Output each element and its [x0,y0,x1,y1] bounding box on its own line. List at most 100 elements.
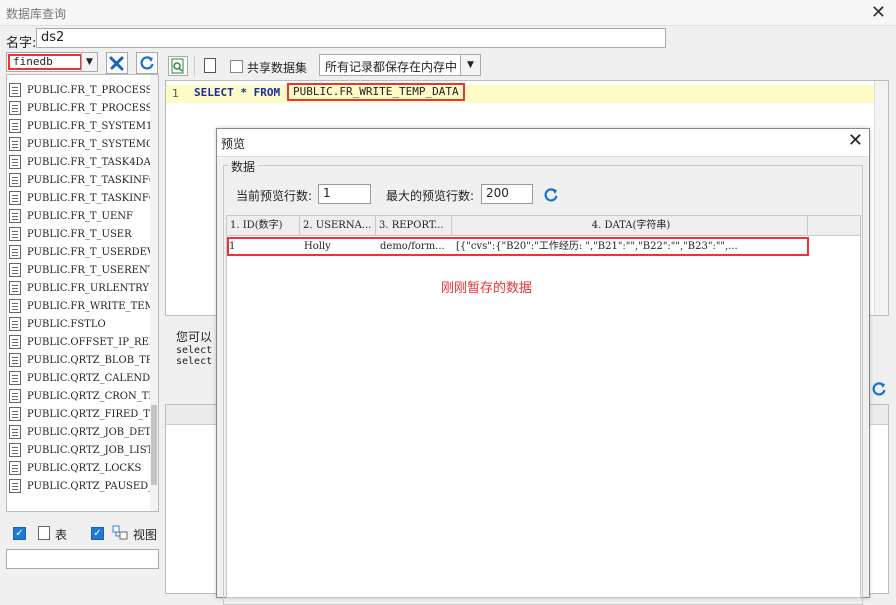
tree-item[interactable]: PUBLIC.FR_T_TASKINFO [9,171,157,189]
view-checkbox[interactable]: ✓ [91,527,104,540]
view-filter-label: 视图 [133,528,158,542]
connection-settings-button[interactable] [106,52,128,74]
tree-item-label: PUBLIC.FR_T_PROCESSE [27,84,159,96]
tree-item[interactable]: PUBLIC.QRTZ_BLOB_TRIG [9,351,159,369]
tree-item[interactable]: PUBLIC.QRTZ_CRON_TRIG [9,387,159,405]
table-icon [9,479,21,493]
current-rows-input[interactable]: 1 [318,184,371,204]
tree-item-label: PUBLIC.FR_T_SYSTEM1 [27,120,153,132]
table-icon [9,209,21,223]
tree-item-label: PUBLIC.OFFSET_IP_RELA [27,336,159,348]
tree-item[interactable]: PUBLIC.FR_T_SYSTEM1 [9,117,152,135]
tree-item[interactable]: PUBLIC.FR_URLENTRY [9,279,149,297]
annotation-text: 刚刚暂存的数据 [441,281,533,296]
tree-item[interactable]: PUBLIC.QRTZ_PAUSED_TR [9,477,159,495]
tree-item[interactable]: PUBLIC.QRTZ_JOB_DETAI [9,423,158,441]
database-select[interactable]: finedb ▼ [6,52,98,72]
tree-item[interactable]: PUBLIC.FR_T_TASK4DAT [9,153,157,171]
column-header[interactable]: 2. USERNA... [300,216,376,236]
table-icon [9,371,21,385]
tree-item-label: PUBLIC.FR_T_SYSTEMOF [27,138,159,150]
table-icon [38,526,50,540]
table-icon [9,317,21,331]
hint-line-1: 您可以 [176,330,213,344]
tree-item[interactable]: PUBLIC.FR_T_PROCESSO [9,99,158,117]
table-icon [9,119,21,133]
table-checkbox[interactable]: ✓ [13,527,26,540]
table-icon [9,263,21,277]
tree-item[interactable]: PUBLIC.FR_T_PROCESSE [9,81,159,99]
sql-table-name: PUBLIC.FR_WRITE_TEMP_DATA [287,83,465,101]
tree-item[interactable]: PUBLIC.FR_T_SYSTEMOF [9,135,159,153]
tree-item[interactable]: PUBLIC.FR_T_USER [9,225,132,243]
table-search-input[interactable] [6,549,159,569]
view-icon [112,525,128,540]
table-icon [9,353,21,367]
tree-item-label: PUBLIC.FSTLO [27,318,106,330]
table-icon [9,137,21,151]
editor-scrollbar[interactable] [874,81,888,315]
tree-item[interactable]: PUBLIC.QRTZ_LOCKS [9,459,141,477]
table-icon [9,245,21,259]
name-label: 名字: [6,36,37,51]
tree-item-label: PUBLIC.FR_T_USERENTR [27,264,159,276]
table-icon [9,155,21,169]
tree-item-label: PUBLIC.FR_T_TASKINFO [27,174,158,186]
line-number: 1 [172,87,179,100]
highlighted-row [227,237,809,256]
max-rows-input[interactable]: 200 [481,184,533,204]
tree-item[interactable]: PUBLIC.QRTZ_CALENDARS [9,369,159,387]
tree-item[interactable]: PUBLIC.FR_T_UENF [9,207,133,225]
name-input[interactable]: ds2 [36,28,666,48]
table-tree[interactable]: PUBLIC.FR_T_PROCESSE PUBLIC.FR_T_PROCESSO… [6,74,159,512]
tree-item[interactable]: PUBLIC.FR_WRITE_TEMP_ [9,297,158,315]
storage-select-value: 所有记录都保存在内存中 [325,60,458,74]
tree-item[interactable]: PUBLIC.OFFSET_IP_RELA [9,333,159,351]
tree-item-label: PUBLIC.QRTZ_PAUSED_TR [27,480,159,492]
data-group-label: 数据 [228,158,259,175]
share-dataset-checkbox[interactable] [230,60,243,73]
tree-item-label: PUBLIC.QRTZ_BLOB_TRIG [27,354,159,366]
tree-item-label: PUBLIC.QRTZ_FIRED_TRI [27,408,159,420]
preview-icon [171,58,184,74]
table-icon [9,83,21,97]
storage-select[interactable]: 所有记录都保存在内存中 ▼ [319,54,481,76]
chevron-down-icon[interactable]: ▼ [460,55,480,75]
tree-item[interactable]: PUBLIC.FR_T_USERENTR [9,261,159,279]
refresh-preview-button[interactable] [543,187,559,206]
tree-item-label: PUBLIC.FR_T_USERDEVIC [27,246,159,258]
tree-item[interactable]: PUBLIC.QRTZ_FIRED_TRI [9,405,159,423]
close-icon[interactable]: ✕ [871,2,886,23]
table-filter-label: 表 [55,528,68,542]
table-icon [9,191,21,205]
tree-item-label: PUBLIC.QRTZ_CALENDARS [27,372,159,384]
table-icon [9,389,21,403]
tree-item-label: PUBLIC.QRTZ_JOB_LISTI [27,444,158,456]
tree-item-label: PUBLIC.QRTZ_CRON_TRIG [27,390,159,402]
table-icon [9,299,21,313]
tree-item-label: PUBLIC.QRTZ_LOCKS [27,462,142,474]
table-icon [9,443,21,457]
tree-item[interactable]: PUBLIC.FR_T_TASKINFOU [9,189,159,207]
hint-text: 您可以 select select [176,328,212,367]
tree-item-label: PUBLIC.FR_T_TASKINFOU [27,192,159,204]
column-header[interactable]: 1. ID(数字) [227,216,300,236]
chevron-down-icon[interactable]: ▼ [81,53,97,71]
tree-scrollbar[interactable] [150,75,158,511]
table-icon [9,335,21,349]
column-header[interactable]: 4. DATA(字符串) [452,216,808,236]
refresh-icon[interactable] [871,381,887,400]
column-header[interactable]: 3. REPORT... [376,216,452,236]
preview-button[interactable] [168,56,188,76]
preview-grid[interactable]: 1. ID(数字) 2. USERNA... 3. REPORT... 4. D… [226,215,861,598]
share-dataset-label: 共享数据集 [247,61,308,75]
tree-item[interactable]: PUBLIC.QRTZ_JOB_LISTI [9,441,157,459]
tree-item[interactable]: PUBLIC.FR_T_USERDEVIC [9,243,159,261]
hint-line-3: select [176,356,213,367]
close-icon[interactable]: ✕ [848,130,863,151]
table-icon [9,281,21,295]
new-document-icon[interactable] [204,58,216,73]
database-select-value: finedb [8,54,82,70]
refresh-button[interactable] [136,52,158,74]
tree-item[interactable]: PUBLIC.FSTLO [9,315,106,333]
